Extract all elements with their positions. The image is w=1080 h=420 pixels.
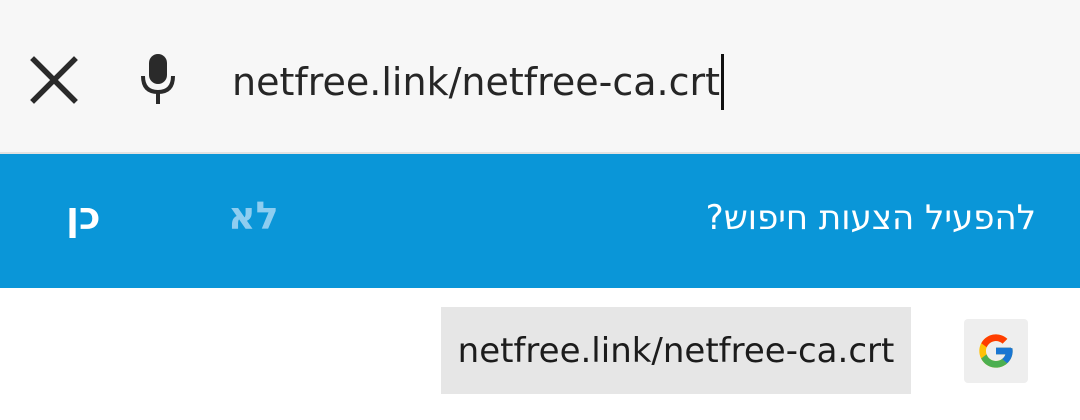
suggestion-chip[interactable]: netfree.link/netfree-ca.crt: [441, 307, 911, 394]
url-input-text: netfree.link/netfree-ca.crt: [232, 60, 721, 104]
google-icon: [979, 334, 1013, 368]
close-button[interactable]: [22, 48, 86, 112]
no-button[interactable]: לא: [228, 194, 279, 238]
banner-question: להפעיל הצעות חיפוש?: [705, 198, 1036, 238]
close-icon: [30, 56, 78, 104]
search-bar: netfree.link/netfree-ca.crt: [0, 0, 1080, 154]
yes-button[interactable]: כן: [66, 194, 101, 238]
url-input[interactable]: netfree.link/netfree-ca.crt: [232, 52, 725, 112]
suggestion-text: netfree.link/netfree-ca.crt: [457, 330, 895, 371]
search-suggestions-banner: כן לא להפעיל הצעות חיפוש?: [0, 154, 1080, 288]
app-root: netfree.link/netfree-ca.crt כן לא להפעיל…: [0, 0, 1080, 420]
google-icon-box: [964, 319, 1028, 383]
voice-search-button[interactable]: [128, 44, 188, 116]
text-caret: [721, 54, 725, 110]
mic-icon: [141, 54, 175, 104]
suggestion-row[interactable]: netfree.link/netfree-ca.crt: [0, 288, 1080, 420]
